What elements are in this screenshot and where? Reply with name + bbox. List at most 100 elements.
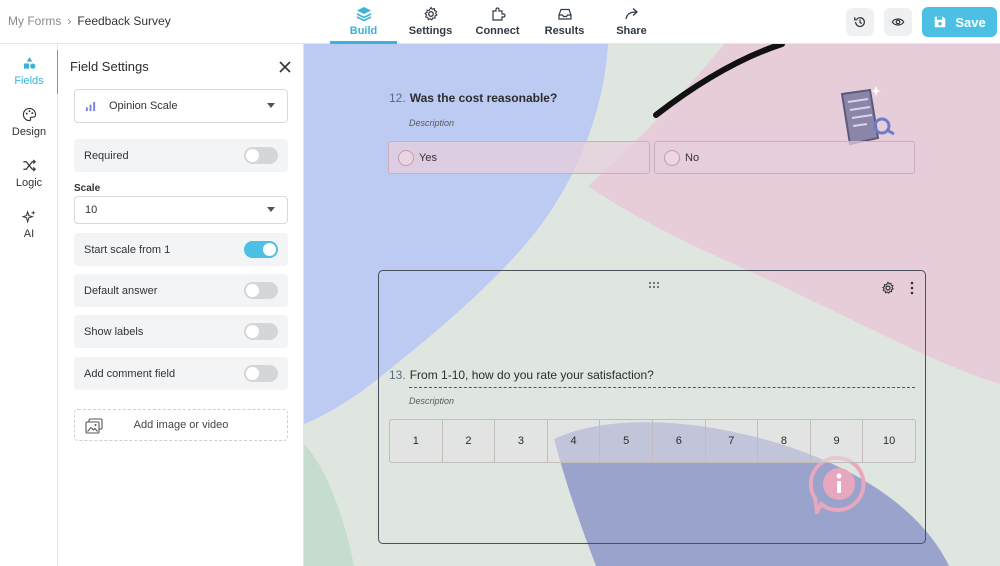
rail-item-design[interactable]: Design: [0, 101, 58, 145]
question-13-number: 13.: [389, 368, 406, 382]
gear-icon: [423, 6, 438, 21]
rail-item-design-label: Design: [11, 126, 47, 138]
field-type-select[interactable]: Opinion Scale: [74, 89, 288, 123]
tab-connect-label: Connect: [475, 25, 520, 37]
scale-label: Scale: [74, 183, 101, 194]
show-labels-toggle[interactable]: [244, 323, 278, 340]
question-13-text: From 1-10, how do you rate your satisfac…: [409, 368, 654, 382]
scale-option-3[interactable]: 3: [495, 420, 548, 462]
tab-connect[interactable]: Connect: [464, 0, 531, 44]
breadcrumb-current-form: Feedback Survey: [77, 14, 171, 28]
preview-button[interactable]: [884, 8, 912, 36]
save-icon: [935, 16, 946, 28]
scale-option-10[interactable]: 10: [863, 420, 915, 462]
question-12-description[interactable]: Description: [409, 118, 454, 128]
tab-build[interactable]: Build: [330, 0, 397, 44]
form-canvas: 12. Was the cost reasonable? Description …: [304, 44, 1000, 566]
breadcrumb-separator: ›: [67, 14, 72, 28]
comment-field-row: Add comment field: [74, 357, 288, 390]
radio-circle: [664, 150, 680, 166]
save-label: Save: [955, 14, 986, 30]
image-gallery-icon: [85, 418, 103, 434]
close-icon[interactable]: [278, 60, 292, 74]
scale-option-6[interactable]: 6: [653, 420, 706, 462]
main-tabs: Build Settings Connect Results Share: [330, 0, 665, 44]
default-answer-label: Default answer: [84, 284, 158, 297]
add-media-button[interactable]: Add image or video: [74, 409, 288, 441]
layers-icon: [356, 7, 371, 22]
scale-option-7[interactable]: 7: [706, 420, 759, 462]
rail-item-fields[interactable]: Fields: [0, 50, 59, 94]
more-vertical-icon[interactable]: [910, 281, 914, 295]
sparkles-icon: [21, 210, 36, 224]
scale-option-1[interactable]: 1: [390, 420, 443, 462]
bar-chart-icon: [85, 101, 96, 111]
breadcrumb: My Forms › Feedback Survey: [8, 14, 171, 28]
rail-item-logic-label: Logic: [15, 177, 43, 189]
gear-icon[interactable]: [881, 281, 895, 295]
history-icon: [854, 17, 865, 28]
choice-no-label: No: [685, 151, 700, 164]
comment-field-toggle[interactable]: [244, 365, 278, 382]
rail-item-fields-label: Fields: [14, 75, 44, 87]
default-answer-row: Default answer: [74, 274, 288, 307]
tab-results-label: Results: [544, 25, 585, 37]
start-scale-row: Start scale from 1: [74, 233, 288, 266]
tab-settings-label: Settings: [408, 25, 453, 37]
rail-item-ai-label: AI: [23, 228, 35, 240]
rail-item-logic[interactable]: Logic: [0, 152, 58, 196]
tab-share-label: Share: [616, 25, 647, 37]
choice-yes-label: Yes: [419, 151, 437, 164]
drag-handle-icon[interactable]: [648, 281, 660, 289]
chevron-down-icon: [267, 103, 275, 108]
breadcrumb-my-forms[interactable]: My Forms: [8, 14, 61, 28]
scale-select[interactable]: 10: [74, 196, 288, 224]
scale-option-4[interactable]: 4: [548, 420, 601, 462]
tab-results[interactable]: Results: [531, 0, 598, 44]
show-labels-label: Show labels: [84, 325, 144, 338]
default-answer-toggle[interactable]: [244, 282, 278, 299]
scale-option-5[interactable]: 5: [600, 420, 653, 462]
palette-icon: [22, 107, 36, 122]
inbox-icon: [557, 8, 572, 20]
puzzle-icon: [491, 7, 506, 21]
top-bar: My Forms › Feedback Survey Build Setting…: [0, 0, 1000, 44]
scale-option-9[interactable]: 9: [811, 420, 864, 462]
add-media-label: Add image or video: [133, 419, 229, 431]
question-12-title: 12. Was the cost reasonable?: [389, 91, 557, 105]
shuffle-icon: [22, 159, 36, 172]
radio-circle: [398, 150, 414, 166]
eye-icon: [891, 18, 905, 26]
start-scale-toggle[interactable]: [244, 241, 278, 258]
save-button[interactable]: Save: [922, 7, 997, 37]
field-type-value: Opinion Scale: [109, 100, 178, 112]
scale-option-8[interactable]: 8: [758, 420, 811, 462]
tab-share[interactable]: Share: [598, 0, 665, 44]
left-rail: Fields Design Logic AI: [0, 44, 59, 566]
question-12-number: 12.: [389, 91, 406, 105]
shapes-icon: [23, 56, 35, 69]
scale-value: 10: [85, 204, 98, 216]
question-13-title[interactable]: 13. From 1-10, how do you rate your satis…: [389, 368, 654, 382]
selected-question-card[interactable]: 13. From 1-10, how do you rate your satis…: [378, 270, 926, 544]
scale-option-2[interactable]: 2: [443, 420, 496, 462]
panel-title: Field Settings: [70, 59, 149, 74]
tab-settings[interactable]: Settings: [397, 0, 464, 44]
field-settings-panel: Field Settings Opinion Scale Required Sc…: [58, 44, 304, 566]
rail-item-ai[interactable]: AI: [0, 203, 58, 247]
question-12-text: Was the cost reasonable?: [409, 91, 558, 105]
comment-field-label: Add comment field: [84, 367, 176, 380]
required-toggle[interactable]: [244, 147, 278, 164]
show-labels-row: Show labels: [74, 315, 288, 348]
choice-yes[interactable]: Yes: [388, 141, 650, 174]
required-label: Required: [84, 149, 129, 162]
chevron-down-icon: [267, 207, 275, 212]
start-scale-label: Start scale from 1: [84, 243, 171, 256]
opinion-scale: 1 2 3 4 5 6 7 8 9 10: [389, 419, 916, 463]
question-13-description[interactable]: Description: [409, 396, 454, 406]
tab-build-label: Build: [349, 25, 378, 37]
required-row: Required: [74, 139, 288, 172]
share-arrow-icon: [624, 8, 638, 20]
history-button[interactable]: [846, 8, 874, 36]
choice-no[interactable]: No: [654, 141, 915, 174]
